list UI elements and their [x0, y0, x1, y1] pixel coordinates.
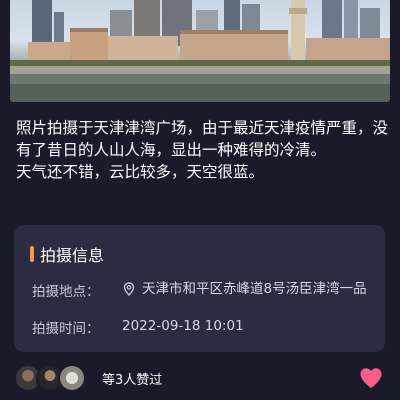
time-value: 2022-09-18 10:01: [122, 318, 244, 334]
post-content: 照片拍摄于天津津湾广场，由于最近天津疫情严重，没有了昔日的人山人海，显出一种难得…: [16, 117, 388, 183]
photo-scene: [10, 0, 390, 102]
location-value: 天津市和平区赤峰道8号汤臣津湾一品: [142, 281, 367, 297]
avatar[interactable]: [58, 364, 86, 392]
photo-info-card: 拍摄信息 拍摄地点： 天津市和平区赤峰道8号汤臣津湾一品 拍摄时间： 2022-…: [14, 225, 385, 352]
likes-bar[interactable]: 等3人赞过: [14, 363, 162, 393]
time-row: 拍摄时间： 2022-09-18 10:01: [32, 317, 244, 337]
card-title: 拍摄信息: [40, 246, 105, 265]
post-paragraph: 天气还不错，云比较多，天空很蓝。: [16, 163, 265, 181]
likes-count-text: 等3人赞过: [102, 372, 163, 388]
location-label: 拍摄地点：: [32, 284, 100, 300]
location-row: 拍摄地点： 天津市和平区赤峰道8号汤臣津湾一品: [32, 280, 382, 300]
location-pin-icon: [123, 282, 135, 296]
accent-bar: [30, 246, 34, 262]
time-label: 拍摄时间：: [32, 321, 100, 337]
card-header: 拍摄信息: [30, 243, 104, 265]
heart-icon[interactable]: [359, 367, 383, 389]
post-photo[interactable]: [10, 0, 390, 102]
post-paragraph: 照片拍摄于天津津湾广场，由于最近天津疫情严重，没有了昔日的人山人海，显出一种难得…: [16, 119, 389, 159]
